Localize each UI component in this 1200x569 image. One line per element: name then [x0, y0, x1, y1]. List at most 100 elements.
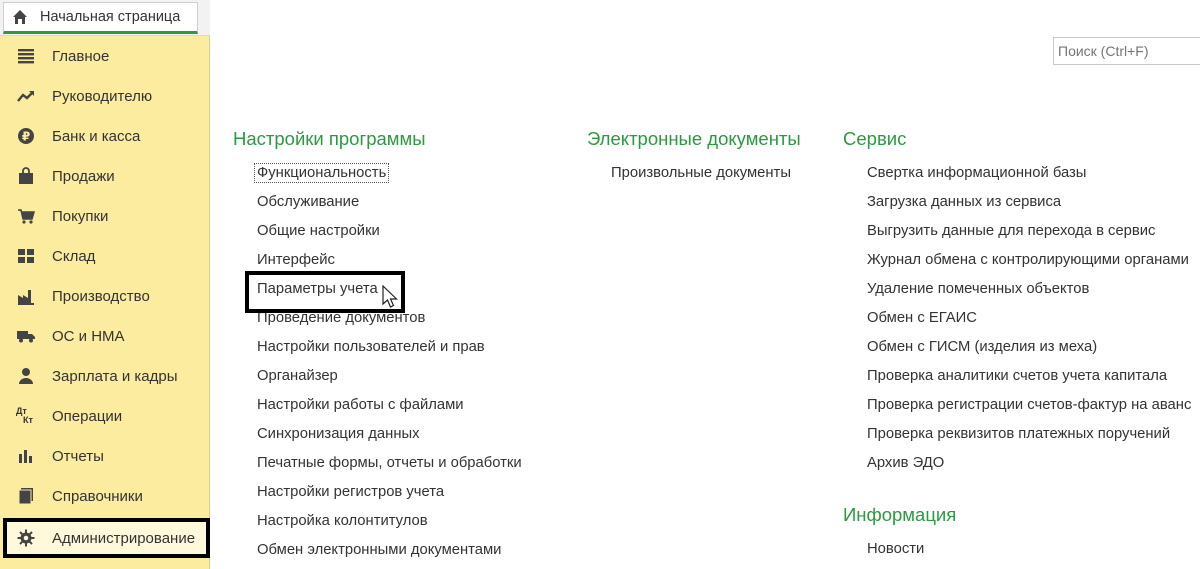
tab-strip: Начальная страница: [0, 0, 210, 36]
link-payment-order-check[interactable]: Проверка реквизитов платежных поручений: [843, 420, 1191, 449]
sidebar-item-production[interactable]: Производство: [0, 276, 210, 316]
link-regulator-exchange-log[interactable]: Журнал обмена с контролирующими органами: [843, 246, 1191, 275]
menu-lines-icon: [16, 46, 36, 66]
truck-icon: [16, 326, 36, 346]
section-title-service: Сервис: [843, 128, 907, 149]
cart-icon: [16, 206, 36, 226]
link-organizer[interactable]: Органайзер: [233, 362, 522, 391]
warehouse-grid-icon: [16, 246, 36, 266]
edocs-column: Электронные документы Произвольные докум…: [587, 128, 801, 188]
sidebar-item-fixed-assets[interactable]: ОС и НМА: [0, 316, 210, 356]
service-column: Сервис Свертка информационной базы Загру…: [843, 128, 1191, 478]
section-title-info: Информация: [843, 504, 957, 525]
link-file-settings[interactable]: Настройки работы с файлами: [233, 391, 522, 420]
sidebar-item-label: Главное: [52, 47, 110, 65]
dt-kt-icon: Дт Кт: [16, 406, 36, 426]
link-text: Интерфейс: [257, 252, 335, 268]
link-load-from-service[interactable]: Загрузка данных из сервиса: [843, 188, 1191, 217]
section-title-settings: Настройки программы: [233, 128, 426, 149]
link-text: Печатные формы, отчеты и обработки: [257, 455, 522, 471]
link-text: Проведение документов: [257, 310, 426, 326]
settings-link-list: Функциональность Обслуживание Общие наст…: [233, 159, 522, 565]
tab-home[interactable]: Начальная страница: [3, 2, 198, 34]
sidebar-item-label: Покупки: [52, 207, 109, 225]
person-icon: [16, 366, 36, 386]
sidebar-item-label: Банк и касса: [52, 127, 141, 145]
factory-icon: [16, 286, 36, 306]
sidebar: Главное Руководителю ₽ Банк и касса Прод…: [0, 36, 210, 569]
books-icon: [16, 486, 36, 506]
link-gism-exchange[interactable]: Обмен с ГИСМ (изделия из меха): [843, 333, 1191, 362]
link-text: Обмен с ЕГАИС: [867, 310, 977, 326]
link-functionality[interactable]: Функциональность: [233, 159, 522, 188]
link-print-forms[interactable]: Печатные формы, отчеты и обработки: [233, 449, 522, 478]
sidebar-item-director[interactable]: Руководителю: [0, 76, 210, 116]
link-egais-exchange[interactable]: Обмен с ЕГАИС: [843, 304, 1191, 333]
link-register-settings[interactable]: Настройки регистров учета: [233, 478, 522, 507]
bar-chart-icon: [16, 446, 36, 466]
svg-text:₽: ₽: [22, 130, 30, 144]
sidebar-item-sales[interactable]: Продажи: [0, 156, 210, 196]
section-title-edocs: Электронные документы: [587, 128, 801, 149]
gear-icon: [16, 528, 36, 548]
settings-column: Настройки программы Функциональность Обс…: [233, 128, 522, 565]
link-export-to-service[interactable]: Выгрузить данные для перехода в сервис: [843, 217, 1191, 246]
link-text: Удаление помеченных объектов: [867, 281, 1090, 297]
link-text: Выгрузить данные для перехода в сервис: [867, 223, 1156, 239]
sidebar-item-main[interactable]: Главное: [0, 36, 210, 76]
sidebar-item-purchases[interactable]: Покупки: [0, 196, 210, 236]
link-text: Органайзер: [257, 368, 338, 384]
sidebar-item-warehouse[interactable]: Склад: [0, 236, 210, 276]
tab-home-label: Начальная страница: [40, 9, 181, 25]
sidebar-item-payroll[interactable]: Зарплата и кадры: [0, 356, 210, 396]
link-interface[interactable]: Интерфейс: [233, 246, 522, 275]
link-edoc-exchange[interactable]: Обмен электронными документами: [233, 536, 522, 565]
info-link-list: Новости: [843, 535, 956, 564]
link-text: Произвольные документы: [611, 165, 791, 181]
link-accounting-parameters[interactable]: Параметры учета: [233, 275, 522, 304]
link-text: Проверка аналитики счетов учета капитала: [867, 368, 1168, 384]
link-text: Функциональность: [254, 163, 390, 183]
link-edo-archive[interactable]: Архив ЭДО: [843, 449, 1191, 478]
kt-label: Кт: [23, 415, 33, 425]
sidebar-item-label: ОС и НМА: [52, 327, 125, 345]
link-text: Проверка реквизитов платежных поручений: [867, 426, 1171, 442]
info-column: Информация Новости: [843, 504, 956, 564]
home-icon: [12, 9, 28, 25]
link-document-posting[interactable]: Проведение документов: [233, 304, 522, 333]
link-data-sync[interactable]: Синхронизация данных: [233, 420, 522, 449]
link-maintenance[interactable]: Обслуживание: [233, 188, 522, 217]
link-text: Синхронизация данных: [257, 426, 420, 442]
edocs-link-list: Произвольные документы: [587, 159, 801, 188]
link-text: Общие настройки: [257, 223, 380, 239]
link-arbitrary-docs[interactable]: Произвольные документы: [587, 159, 801, 188]
link-text: Проверка регистрации счетов-фактур на ав…: [867, 397, 1192, 413]
sidebar-item-bank[interactable]: ₽ Банк и касса: [0, 116, 210, 156]
link-delete-marked[interactable]: Удаление помеченных объектов: [843, 275, 1191, 304]
link-news[interactable]: Новости: [843, 535, 956, 564]
ruble-coin-icon: ₽: [16, 126, 36, 146]
link-text: Новости: [867, 541, 925, 557]
sidebar-item-operations[interactable]: Дт Кт Операции: [0, 396, 210, 436]
link-db-collapse[interactable]: Свертка информационной базы: [843, 159, 1191, 188]
link-text: Обслуживание: [257, 194, 360, 210]
sidebar-item-label: Зарплата и кадры: [52, 367, 178, 385]
link-text: Настройки регистров учета: [257, 484, 445, 500]
link-advance-invoice-check[interactable]: Проверка регистрации счетов-фактур на ав…: [843, 391, 1191, 420]
link-text: Загрузка данных из сервиса: [867, 194, 1062, 210]
sidebar-item-label: Справочники: [52, 487, 143, 505]
link-header-footer[interactable]: Настройка колонтитулов: [233, 507, 522, 536]
link-text: Настройки пользователей и прав: [257, 339, 485, 355]
link-user-settings[interactable]: Настройки пользователей и прав: [233, 333, 522, 362]
sidebar-item-reports[interactable]: Отчеты: [0, 436, 210, 476]
sidebar-item-label: Склад: [52, 247, 96, 265]
link-text: Обмен с ГИСМ (изделия из меха): [867, 339, 1098, 355]
sidebar-item-directories[interactable]: Справочники: [0, 476, 210, 516]
shopping-bag-icon: [16, 166, 36, 186]
sidebar-item-administration[interactable]: Администрирование: [3, 518, 210, 558]
link-text: Настройки работы с файлами: [257, 397, 464, 413]
link-general-settings[interactable]: Общие настройки: [233, 217, 522, 246]
service-link-list: Свертка информационной базы Загрузка дан…: [843, 159, 1191, 478]
search-input[interactable]: [1053, 37, 1200, 65]
link-capital-accounts-check[interactable]: Проверка аналитики счетов учета капитала: [843, 362, 1191, 391]
